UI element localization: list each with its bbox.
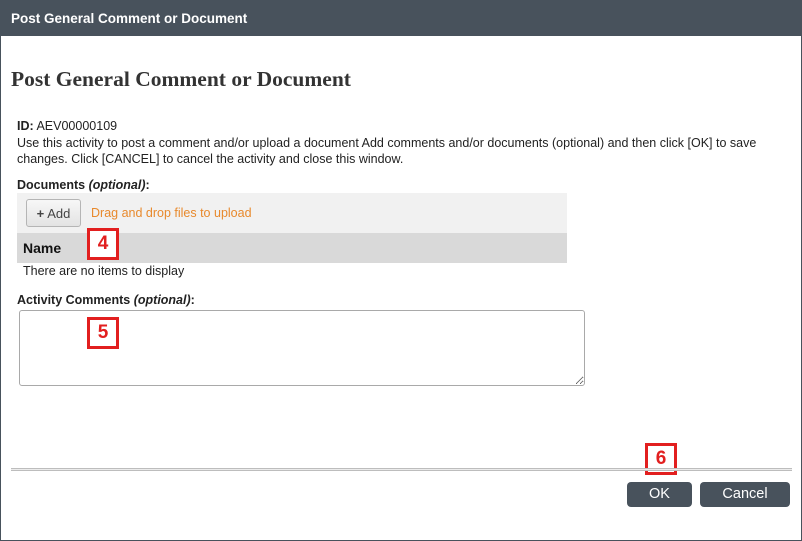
dialog-title-bar: Post General Comment or Document — [1, 1, 801, 36]
drop-zone-hint[interactable]: Drag and drop files to upload — [91, 193, 252, 233]
add-button-label: Add — [47, 206, 71, 221]
comments-label: Activity Comments (optional): — [17, 293, 195, 307]
record-id-value: AEV00000109 — [36, 119, 118, 133]
callout-marker: 4 — [87, 228, 119, 260]
ok-button[interactable]: OK — [627, 482, 692, 507]
callout-marker: 5 — [87, 317, 119, 349]
comments-optional-label: (optional) — [133, 293, 191, 307]
instructions-text: Use this activity to post a comment and/… — [17, 136, 757, 166]
cancel-button[interactable]: Cancel — [700, 482, 790, 507]
column-header-name[interactable]: Name — [23, 233, 61, 263]
footer-divider — [11, 468, 792, 471]
documents-label-suffix: : — [145, 178, 150, 192]
documents-label: Documents (optional): — [17, 178, 150, 192]
comments-label-suffix: : — [190, 293, 195, 307]
record-id-label: ID: — [17, 119, 34, 133]
dialog-window: Post General Comment or Document Post Ge… — [0, 0, 802, 541]
plus-icon: + — [36, 206, 45, 221]
upload-toolbar: + Add Drag and drop files to upload — [17, 193, 567, 233]
comments-label-text: Activity Comments — [17, 293, 131, 307]
page-title: Post General Comment or Document — [11, 67, 351, 91]
documents-label-text: Documents — [17, 178, 86, 192]
record-id: ID: AEV00000109 — [17, 119, 117, 133]
add-document-button[interactable]: + Add — [26, 199, 81, 227]
documents-optional-label: (optional) — [88, 178, 146, 192]
documents-empty-message: There are no items to display — [23, 264, 185, 278]
